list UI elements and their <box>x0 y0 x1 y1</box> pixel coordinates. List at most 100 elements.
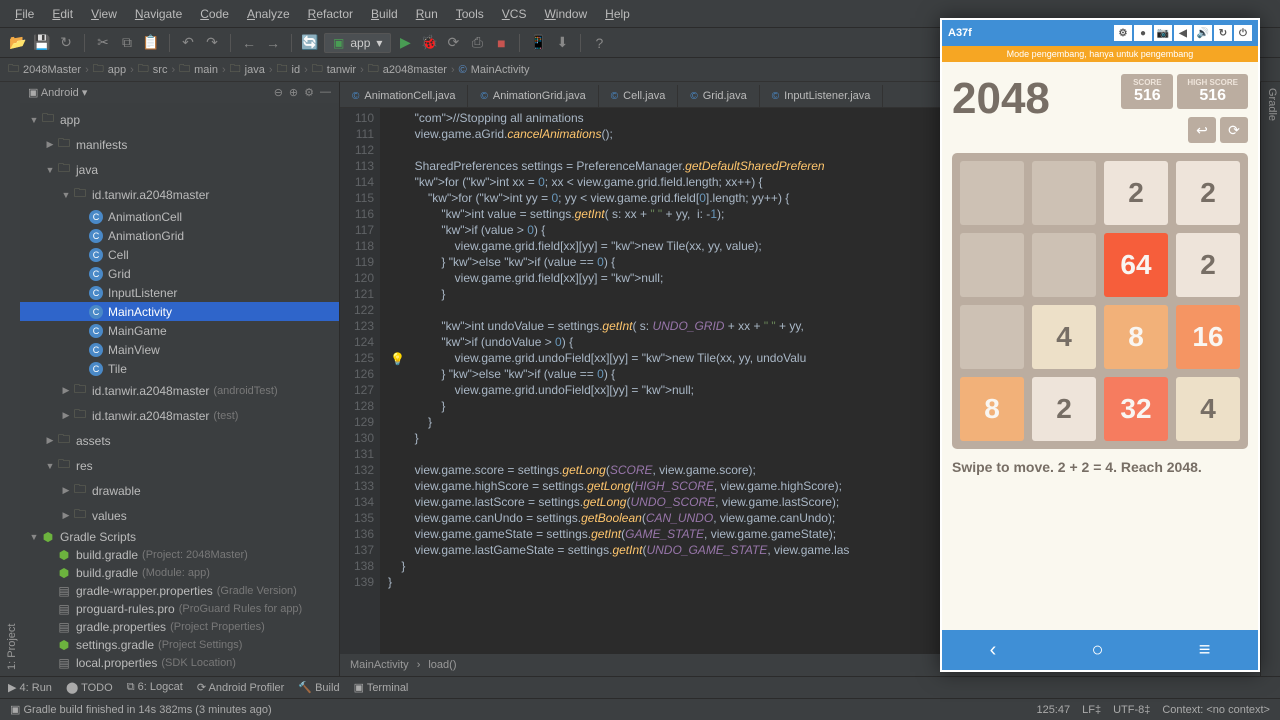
emu-camera-icon[interactable]: 📷 <box>1154 25 1172 41</box>
game-grid[interactable]: 22642481682324 <box>952 153 1248 449</box>
bottomtab[interactable]: ⧉ 6: Logcat <box>127 681 183 694</box>
tree-gradle.properties[interactable]: ▤gradle.properties(Project Properties) <box>20 618 339 636</box>
tree-res[interactable]: ▼🗀res <box>20 453 339 478</box>
menu-analyze[interactable]: Analyze <box>238 3 299 25</box>
tree-settings.gradle[interactable]: ⬢settings.gradle(Project Settings) <box>20 636 339 654</box>
emu-sound-icon[interactable]: 🔊 <box>1194 25 1212 41</box>
bottom-tool-tabs[interactable]: ▶ 4: Run ⬤ TODO ⧉ 6: Logcat ⟳ Android Profi… <box>0 676 1280 698</box>
tree-Cell[interactable]: CCell <box>20 245 339 264</box>
tree-java[interactable]: ▼🗀java <box>20 157 339 182</box>
tree-MainView[interactable]: CMainView <box>20 340 339 359</box>
menu-help[interactable]: Help <box>596 3 639 25</box>
menu-refactor[interactable]: Refactor <box>299 3 362 25</box>
collapse-icon[interactable]: ⊖ <box>274 86 283 99</box>
paste-icon[interactable]: 📋 <box>141 33 161 53</box>
game-screen[interactable]: 2048 SCORE 516 HIGH SCORE 516 ↩ ⟳ <box>942 62 1258 630</box>
sync-icon[interactable]: 🔄 <box>300 33 320 53</box>
menu-window[interactable]: Window <box>535 3 596 25</box>
undo-icon[interactable]: ↶ <box>178 33 198 53</box>
run-config-select[interactable]: ▣app ▾ <box>324 33 391 53</box>
tree-Tile[interactable]: CTile <box>20 359 339 378</box>
back-icon[interactable]: ← <box>239 33 259 53</box>
tree-build.gradle[interactable]: ⬢build.gradle(Module: app) <box>20 564 339 582</box>
avd-icon[interactable]: 📱 <box>528 33 548 53</box>
bottomtab[interactable]: ▶ 4: Run <box>8 681 52 694</box>
crumb-id[interactable]: 🗀 id <box>277 60 301 79</box>
crumb-src[interactable]: 🗀 src <box>138 60 168 79</box>
tree-id.tanwir.a2048master[interactable]: ▼🗀id.tanwir.a2048master <box>20 182 339 207</box>
hide-icon[interactable]: — <box>320 86 331 99</box>
save-icon[interactable]: 💾 <box>32 33 52 53</box>
tree-gradle-wrapper.properties[interactable]: ▤gradle-wrapper.properties(Gradle Versio… <box>20 582 339 600</box>
gradle-tab[interactable]: Gradle <box>1266 88 1278 670</box>
tree-Grid[interactable]: CGrid <box>20 264 339 283</box>
tree-AnimationCell[interactable]: CAnimationCell <box>20 207 339 226</box>
intention-bulb-icon[interactable]: 💡 <box>390 352 405 366</box>
project-tab[interactable]: 1: Project <box>6 88 18 670</box>
menu-vcs[interactable]: VCS <box>493 3 536 25</box>
tab-Grid.java[interactable]: ©Grid.java <box>678 85 759 107</box>
nav-back-icon[interactable]: ‹ <box>990 639 997 662</box>
open-icon[interactable]: 📂 <box>8 33 28 53</box>
menu-tools[interactable]: Tools <box>447 3 493 25</box>
tab-AnimationGrid.java[interactable]: ©AnimationGrid.java <box>468 85 598 107</box>
bottomtab[interactable]: 🔨 Build <box>298 681 339 694</box>
menu-file[interactable]: File <box>6 3 43 25</box>
restart-button[interactable]: ⟳ <box>1220 117 1248 143</box>
cut-icon[interactable]: ✂ <box>93 33 113 53</box>
tree-id.tanwir.a2048master[interactable]: ▶🗀id.tanwir.a2048master(androidTest) <box>20 378 339 403</box>
tab-Cell.java[interactable]: ©Cell.java <box>599 85 679 107</box>
tree-build.gradle[interactable]: ⬢build.gradle(Project: 2048Master) <box>20 546 339 564</box>
stop-icon[interactable]: ■ <box>491 33 511 53</box>
profile-icon[interactable]: ⟳ <box>443 33 463 53</box>
debug-icon[interactable]: 🐞 <box>419 33 439 53</box>
crumb-a2048master[interactable]: 🗀 a2048master <box>368 60 447 79</box>
redo-icon[interactable]: ↷ <box>202 33 222 53</box>
emu-power-icon[interactable]: ⏻ <box>1234 25 1252 41</box>
settings-icon[interactable]: ⚙ <box>304 86 314 99</box>
tree-InputListener[interactable]: CInputListener <box>20 283 339 302</box>
emu-settings-icon[interactable]: ⚙ <box>1114 25 1132 41</box>
bottomtab[interactable]: ⟳ Android Profiler <box>197 681 284 694</box>
tab-AnimationCell.java[interactable]: ©AnimationCell.java <box>340 85 468 107</box>
tree-MainGame[interactable]: CMainGame <box>20 321 339 340</box>
tree-drawable[interactable]: ▶🗀drawable <box>20 478 339 503</box>
menu-code[interactable]: Code <box>191 3 238 25</box>
project-tree[interactable]: ▼🗀app▶🗀manifests▼🗀java▼🗀id.tanwir.a2048m… <box>20 103 339 676</box>
run-icon[interactable]: ▶ <box>395 33 415 53</box>
tree-values[interactable]: ▶🗀values <box>20 503 339 528</box>
emu-record-icon[interactable]: ● <box>1134 25 1152 41</box>
menu-build[interactable]: Build <box>362 3 407 25</box>
undo-button[interactable]: ↩ <box>1188 117 1216 143</box>
crumb-main[interactable]: 🗀 main <box>179 60 218 79</box>
tree-local.properties[interactable]: ▤local.properties(SDK Location) <box>20 654 339 672</box>
crumb-java[interactable]: 🗀 java <box>230 60 265 79</box>
right-tool-strip[interactable]: Gradle <box>1260 82 1280 676</box>
help-icon[interactable]: ? <box>589 33 609 53</box>
tree-app[interactable]: ▼🗀app <box>20 107 339 132</box>
menu-view[interactable]: View <box>82 3 126 25</box>
emu-rotate-icon[interactable]: ↻ <box>1214 25 1232 41</box>
locate-icon[interactable]: ⊕ <box>289 86 298 99</box>
crumb-2048Master[interactable]: 🗀 2048Master <box>8 60 81 79</box>
nav-menu-icon[interactable]: ≡ <box>1199 639 1211 662</box>
menu-run[interactable]: Run <box>407 3 447 25</box>
forward-icon[interactable]: → <box>263 33 283 53</box>
attach-icon[interactable]: ⎙ <box>467 33 487 53</box>
bottomtab[interactable]: ▣ Terminal <box>354 681 409 694</box>
tree-proguard-rules.pro[interactable]: ▤proguard-rules.pro(ProGuard Rules for a… <box>20 600 339 618</box>
tree-id.tanwir.a2048master[interactable]: ▶🗀id.tanwir.a2048master(test) <box>20 403 339 428</box>
tree-Gradle Scripts[interactable]: ▼⬢Gradle Scripts <box>20 528 339 546</box>
tree-MainActivity[interactable]: CMainActivity <box>20 302 339 321</box>
nav-home-icon[interactable]: ○ <box>1091 639 1103 662</box>
sdk-icon[interactable]: ⬇ <box>552 33 572 53</box>
tab-InputListener.java[interactable]: ©InputListener.java <box>760 85 884 107</box>
crumb-MainActivity[interactable]: © MainActivity <box>459 64 530 76</box>
copy-icon[interactable]: ⧉ <box>117 33 137 53</box>
tree-manifests[interactable]: ▶🗀manifests <box>20 132 339 157</box>
menu-navigate[interactable]: Navigate <box>126 3 191 25</box>
bottomtab[interactable]: ⬤ TODO <box>66 681 113 694</box>
refresh-icon[interactable]: ↻ <box>56 33 76 53</box>
menu-edit[interactable]: Edit <box>43 3 82 25</box>
tree-assets[interactable]: ▶🗀assets <box>20 428 339 453</box>
